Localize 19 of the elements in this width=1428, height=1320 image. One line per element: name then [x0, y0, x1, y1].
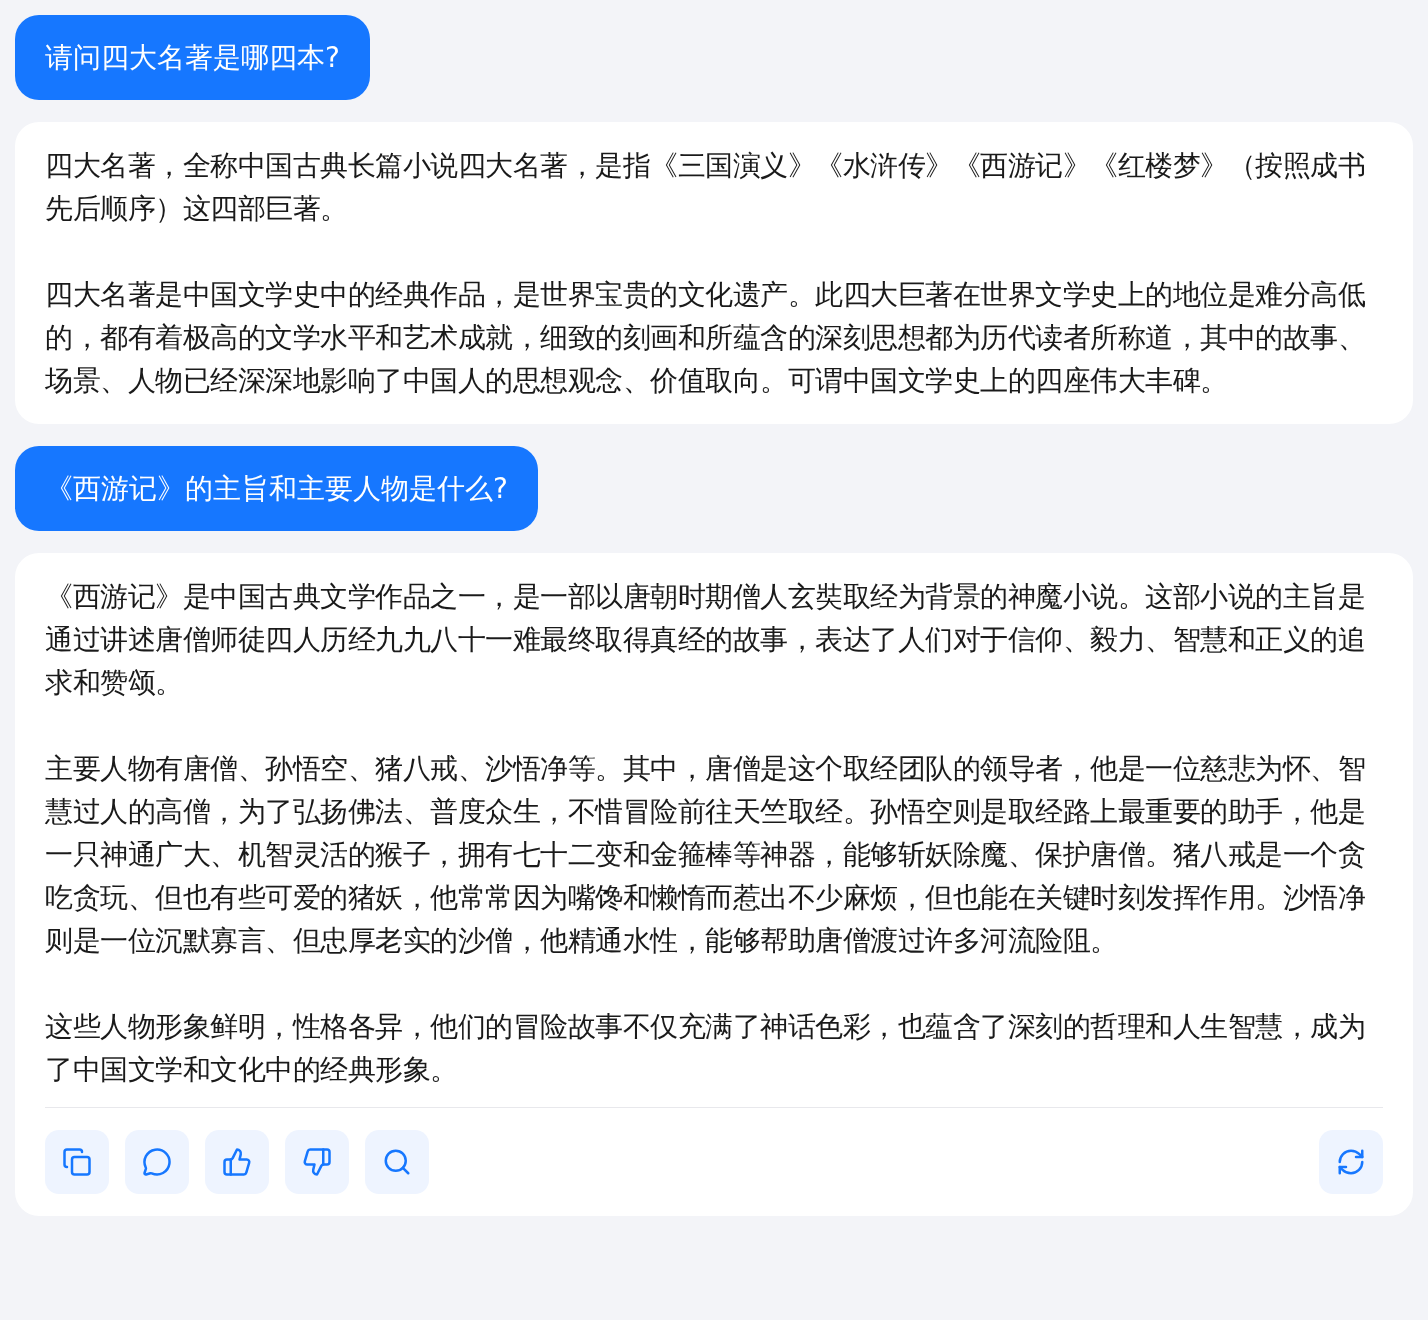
dislike-button[interactable]: [285, 1130, 349, 1194]
refresh-icon: [1336, 1147, 1366, 1177]
copy-icon: [62, 1147, 92, 1177]
copy-button[interactable]: [45, 1130, 109, 1194]
like-button[interactable]: [205, 1130, 269, 1194]
answer-paragraph: 四大名著，全称中国古典长篇小说四大名著，是指《三国演义》《水浒传》《西游记》《红楼梦》（按照成书先后顺序）这四部巨著。: [45, 148, 1366, 227]
thumbs-down-icon: [302, 1147, 332, 1177]
answer-paragraph: 四大名著是中国文学史中的经典作品，是世界宝贵的文化遗产。此四大巨著在世界文学史上的地位是难分高低的，都有着极高的文学水平和艺术成就，细致的刻画和所蕴含的深刻思想都为历代读者所称道，其中的故事、场景、人物已经深深地影响了中国人的思想观念、价值取向。可谓中国文学史上的四座伟大丰碑。: [45, 277, 1366, 399]
comment-button[interactable]: [125, 1130, 189, 1194]
regenerate-button[interactable]: [1319, 1130, 1383, 1194]
user-message: 请问四大名著是哪四本?: [15, 15, 370, 100]
user-message: 《西游记》的主旨和主要人物是什么?: [15, 446, 538, 531]
speech-bubble-icon: [142, 1147, 172, 1177]
answer-paragraph: 《西游记》是中国古典文学作品之一，是一部以唐朝时期僧人玄奘取经为背景的神魔小说。这部小说的主旨是通过讲述唐僧师徒四人历经九九八十一难最终取得真经的故事，表达了人们对于信仰、毅力、智慧和正义的追求和赞颂。: [45, 579, 1366, 701]
search-button[interactable]: [365, 1130, 429, 1194]
answer-paragraph: 主要人物有唐僧、孙悟空、猪八戒、沙悟净等。其中，唐僧是这个取经团队的领导者，他是一位慈悲为怀、智慧过人的高僧，为了弘扬佛法、普度众生，不惜冒险前往天竺取经。孙悟空则是取经路上最重要的助手，他是一只神通广大、机智灵活的猴子，拥有七十二变和金箍棒等神器，能够斩妖除魔、保护唐僧。猪八戒是一个贪吃贪玩、但也有些可爱的猪妖，他常常因为嘴馋和懒惰而惹出不少麻烦，但也能在关键时刻发挥作用。沙悟净则是一位沉默寡言、但忠厚老实的沙僧，他精通水性，能够帮助唐僧渡过许多河流险阻。: [45, 751, 1366, 959]
thumbs-up-icon: [222, 1147, 252, 1177]
answer-paragraph: 这些人物形象鲜明，性格各异，他们的冒险故事不仅充满了神话色彩，也蕴含了深刻的哲理和人生智慧，成为了中国文学和文化中的经典形象。: [45, 1009, 1366, 1088]
search-icon: [382, 1147, 412, 1177]
